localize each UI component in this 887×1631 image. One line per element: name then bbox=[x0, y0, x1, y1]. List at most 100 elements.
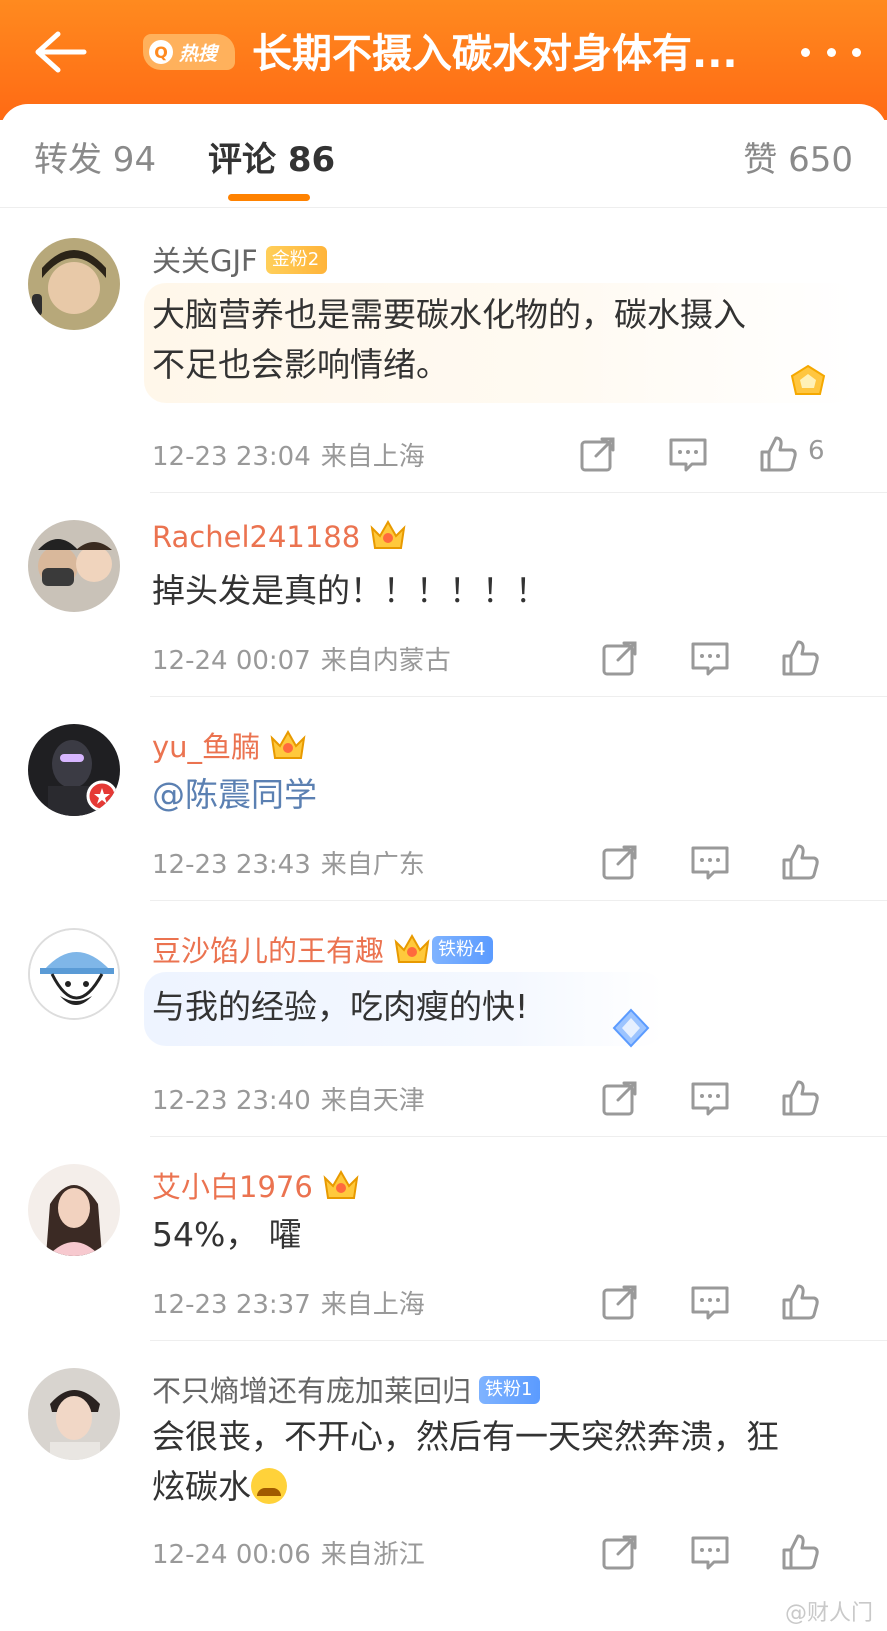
more-button[interactable] bbox=[801, 40, 861, 64]
comment-button[interactable] bbox=[688, 840, 732, 884]
fan-badge[interactable]: 金粉2 bbox=[265, 246, 328, 274]
repost-button[interactable] bbox=[598, 636, 642, 680]
comment-text: 大脑营养也是需要碳水化物的，碳水摄入 不足也会影响情绪。 bbox=[152, 295, 746, 384]
comment-time: 12-24 00:07 bbox=[152, 646, 311, 676]
crown-icon bbox=[370, 519, 406, 549]
comment-icon bbox=[669, 438, 707, 472]
diamond-icon bbox=[790, 364, 826, 395]
hot-search-label: 热搜 bbox=[179, 42, 218, 65]
like-button[interactable] bbox=[778, 1530, 822, 1574]
comment-text: 会很丧，不开心，然后有一天突然奔溃，狂 炫碳水 bbox=[152, 1417, 779, 1506]
tab-bar: 转发 94 评论 86 赞 650 bbox=[0, 104, 887, 208]
avatar[interactable] bbox=[28, 1164, 120, 1256]
comment-text: 与我的经验，吃肉瘦的快! bbox=[152, 987, 529, 1026]
repost-icon bbox=[602, 1535, 637, 1570]
search-icon: Q bbox=[149, 40, 173, 64]
divider bbox=[150, 900, 887, 901]
username[interactable]: 关关GJF 金粉2 bbox=[152, 238, 328, 280]
tab-likes[interactable]: 赞 650 bbox=[743, 132, 853, 181]
comment-time: 12-23 23:37 bbox=[152, 1290, 311, 1320]
comment-time: 12-23 23:04 bbox=[152, 442, 311, 472]
comment-button[interactable] bbox=[688, 1530, 732, 1574]
top-bar: Q 热搜 长期不摄入碳水对身体有... bbox=[0, 0, 887, 120]
back-arrow-icon bbox=[35, 31, 87, 73]
avatar[interactable] bbox=[28, 238, 120, 330]
crying-emoji-icon bbox=[251, 1467, 287, 1504]
active-tab-indicator bbox=[228, 194, 310, 201]
like-icon bbox=[782, 1080, 819, 1116]
comment-location: 来自天津 bbox=[320, 1086, 425, 1116]
back-button[interactable] bbox=[30, 28, 90, 76]
avatar[interactable] bbox=[28, 520, 120, 612]
comment-meta: 12-23 23:40 来自天津 bbox=[152, 1080, 425, 1117]
comment-text[interactable]: @陈震同学 bbox=[152, 770, 317, 820]
comment-icon bbox=[691, 1286, 729, 1320]
comment-time: 12-23 23:40 bbox=[152, 1086, 311, 1116]
like-button[interactable] bbox=[778, 1076, 822, 1120]
repost-button[interactable] bbox=[598, 1280, 642, 1324]
like-button[interactable] bbox=[778, 840, 822, 884]
fan-badge[interactable]: 铁粉4 bbox=[432, 936, 494, 964]
crown-icon bbox=[394, 933, 430, 963]
repost-icon bbox=[602, 845, 637, 880]
repost-icon bbox=[602, 641, 637, 676]
comment-location: 来自上海 bbox=[320, 1290, 425, 1320]
comment-meta: 12-23 23:43 来自广东 bbox=[152, 844, 425, 881]
like-button[interactable] bbox=[756, 432, 800, 476]
diamond-icon bbox=[612, 1008, 650, 1048]
comment-time: 12-23 23:43 bbox=[152, 850, 311, 880]
divider bbox=[150, 492, 887, 493]
tab-comments[interactable]: 评论 86 bbox=[208, 132, 335, 181]
avatar[interactable] bbox=[28, 724, 120, 816]
like-icon bbox=[782, 1284, 819, 1320]
comment-button[interactable] bbox=[688, 1076, 732, 1120]
comment-icon bbox=[691, 1082, 729, 1116]
avatar[interactable] bbox=[28, 928, 120, 1020]
username[interactable]: yu_鱼腩 bbox=[152, 724, 308, 766]
divider bbox=[150, 696, 887, 697]
repost-button[interactable] bbox=[598, 840, 642, 884]
username[interactable]: 不只熵增还有庞加莱回归 铁粉1 bbox=[152, 1368, 541, 1410]
like-icon bbox=[782, 640, 819, 676]
repost-icon bbox=[602, 1081, 637, 1116]
comment-text: 掉头发是真的！！！！！！ bbox=[152, 571, 548, 610]
watermark: @财人门 bbox=[784, 1601, 873, 1626]
divider bbox=[150, 1136, 887, 1137]
like-button[interactable] bbox=[778, 1280, 822, 1324]
comment-button[interactable] bbox=[688, 636, 732, 680]
hot-search-tag[interactable]: Q 热搜 bbox=[143, 34, 235, 70]
comment-meta: 12-24 00:07 来自内蒙古 bbox=[152, 640, 451, 677]
crown-icon bbox=[270, 729, 306, 759]
repost-icon bbox=[602, 1285, 637, 1320]
like-button[interactable] bbox=[778, 636, 822, 680]
comment-button[interactable] bbox=[666, 432, 710, 476]
comment-location: 来自内蒙古 bbox=[320, 646, 451, 676]
crown-icon bbox=[323, 1169, 359, 1199]
repost-button[interactable] bbox=[576, 432, 620, 476]
comment-text: 54%， 嚯 bbox=[152, 1215, 302, 1254]
user-mention-link[interactable]: @陈震同学 bbox=[152, 770, 317, 820]
comment-meta: 12-23 23:37 来自上海 bbox=[152, 1284, 425, 1321]
like-icon bbox=[782, 844, 819, 880]
repost-icon bbox=[580, 437, 615, 472]
username[interactable]: Rachel241188 bbox=[152, 519, 408, 556]
avatar[interactable] bbox=[28, 1368, 120, 1460]
like-icon bbox=[782, 1534, 819, 1570]
comment-location: 来自浙江 bbox=[320, 1540, 425, 1570]
page-title[interactable]: 长期不摄入碳水对身体有... bbox=[252, 26, 752, 82]
comment-location: 来自广东 bbox=[320, 850, 425, 880]
comment-meta: 12-23 23:04 来自上海 bbox=[152, 436, 425, 473]
repost-button[interactable] bbox=[598, 1076, 642, 1120]
comment-icon bbox=[691, 846, 729, 880]
comment-icon bbox=[691, 1536, 729, 1570]
username[interactable]: 艾小白1976 bbox=[152, 1164, 361, 1206]
divider bbox=[150, 1340, 887, 1341]
comment-icon bbox=[691, 642, 729, 676]
like-icon bbox=[760, 436, 797, 472]
fan-badge[interactable]: 铁粉1 bbox=[479, 1376, 541, 1404]
tab-reposts[interactable]: 转发 94 bbox=[34, 132, 156, 181]
comment-time: 12-24 00:06 bbox=[152, 1540, 311, 1570]
comment-button[interactable] bbox=[688, 1280, 732, 1324]
username[interactable]: 豆沙馅儿的王有趣 铁粉4 bbox=[152, 928, 494, 970]
repost-button[interactable] bbox=[598, 1530, 642, 1574]
